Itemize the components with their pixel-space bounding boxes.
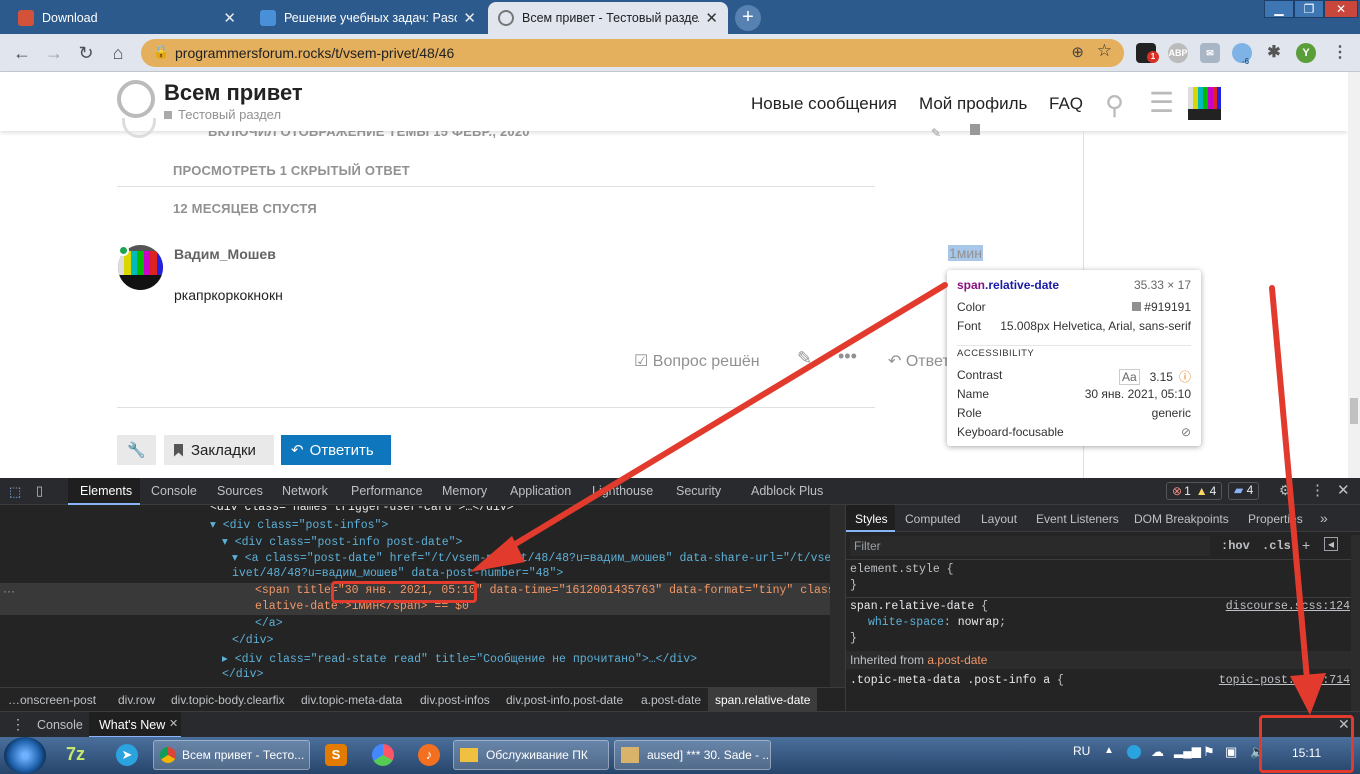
annotation-arrow-right <box>1269 285 1311 693</box>
annotation-arrow-left <box>489 282 948 561</box>
annotation-arrowhead-right <box>1290 673 1326 715</box>
annotation-arrows <box>470 282 1326 715</box>
